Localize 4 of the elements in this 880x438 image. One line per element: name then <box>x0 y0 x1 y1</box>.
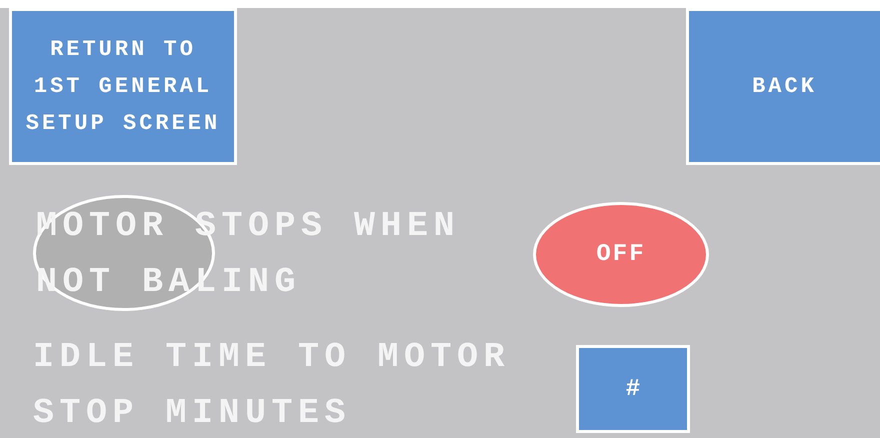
toggle-button[interactable]: OFF <box>533 202 709 306</box>
return-button[interactable]: RETURN TO 1ST GENERAL SETUP SCREEN <box>9 8 237 165</box>
back-button[interactable]: BACK <box>686 8 880 165</box>
number-button[interactable]: # <box>576 345 690 433</box>
